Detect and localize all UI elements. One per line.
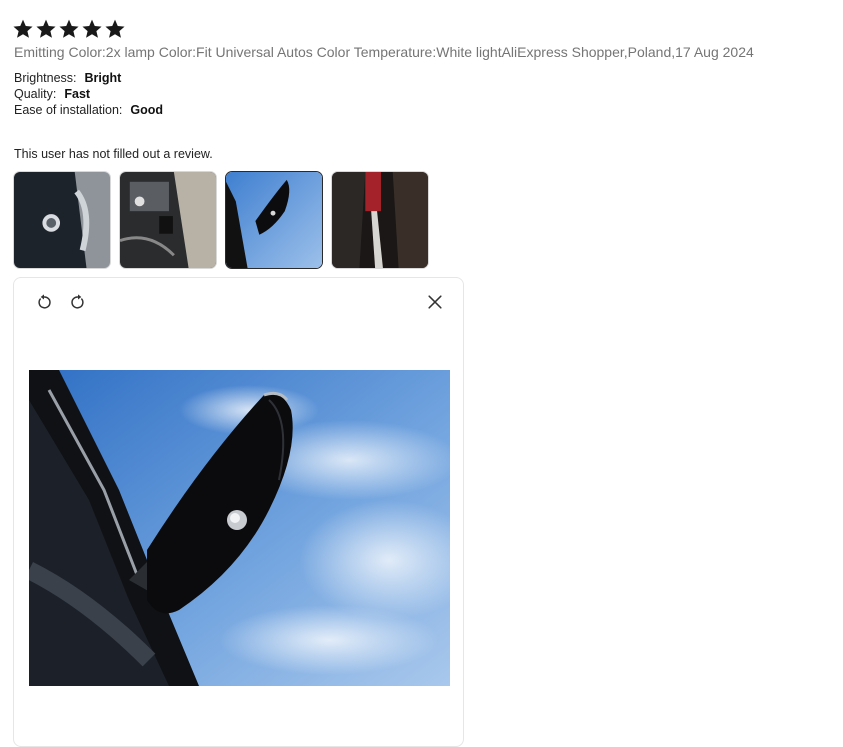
review-photo-thumbnail-selected[interactable]: [225, 171, 323, 269]
rotate-ccw-icon: [38, 294, 51, 309]
star-icon: [59, 19, 79, 38]
attribute-name: Brightness:: [14, 71, 77, 85]
attribute-row: Ease of installation: Good: [14, 102, 163, 118]
star-rating: [12, 18, 126, 40]
close-icon: [428, 295, 442, 309]
review-attributes: Brightness: Bright Quality: Fast Ease of…: [14, 70, 163, 118]
attribute-name: Quality:: [14, 87, 57, 101]
mirror-closeup-photo: [14, 172, 110, 268]
rotate-left-button[interactable]: [32, 290, 56, 314]
photo-viewer-panel: [13, 277, 464, 747]
review-meta: Emitting Color:2x lamp Color:Fit Univers…: [14, 44, 754, 60]
attribute-row: Quality: Fast: [14, 86, 163, 102]
mirror-sky-photo: [226, 172, 322, 268]
attribute-value: Good: [130, 103, 164, 117]
review-photo-thumbnail[interactable]: [331, 171, 429, 269]
review-text: This user has not filled out a review.: [14, 147, 213, 161]
attribute-value: Bright: [84, 71, 122, 85]
mirror-sky-photo-large: [29, 370, 450, 686]
star-icon: [82, 19, 102, 38]
attribute-value: Fast: [64, 87, 91, 101]
review-photo-thumbnail[interactable]: [119, 171, 217, 269]
review-photo-thumbnail[interactable]: [13, 171, 111, 269]
review-photo-thumbnails: [13, 171, 429, 269]
rotate-right-button[interactable]: [66, 290, 90, 314]
star-icon: [105, 19, 125, 38]
garage-night-photo: [332, 172, 428, 268]
close-button[interactable]: [423, 290, 447, 314]
wiring-photo: [120, 172, 216, 268]
enlarged-review-photo: [29, 370, 450, 686]
star-icon: [13, 19, 33, 38]
star-icon: [36, 19, 56, 38]
attribute-row: Brightness: Bright: [14, 70, 163, 86]
rotate-cw-icon: [71, 294, 84, 309]
attribute-name: Ease of installation:: [14, 103, 123, 117]
